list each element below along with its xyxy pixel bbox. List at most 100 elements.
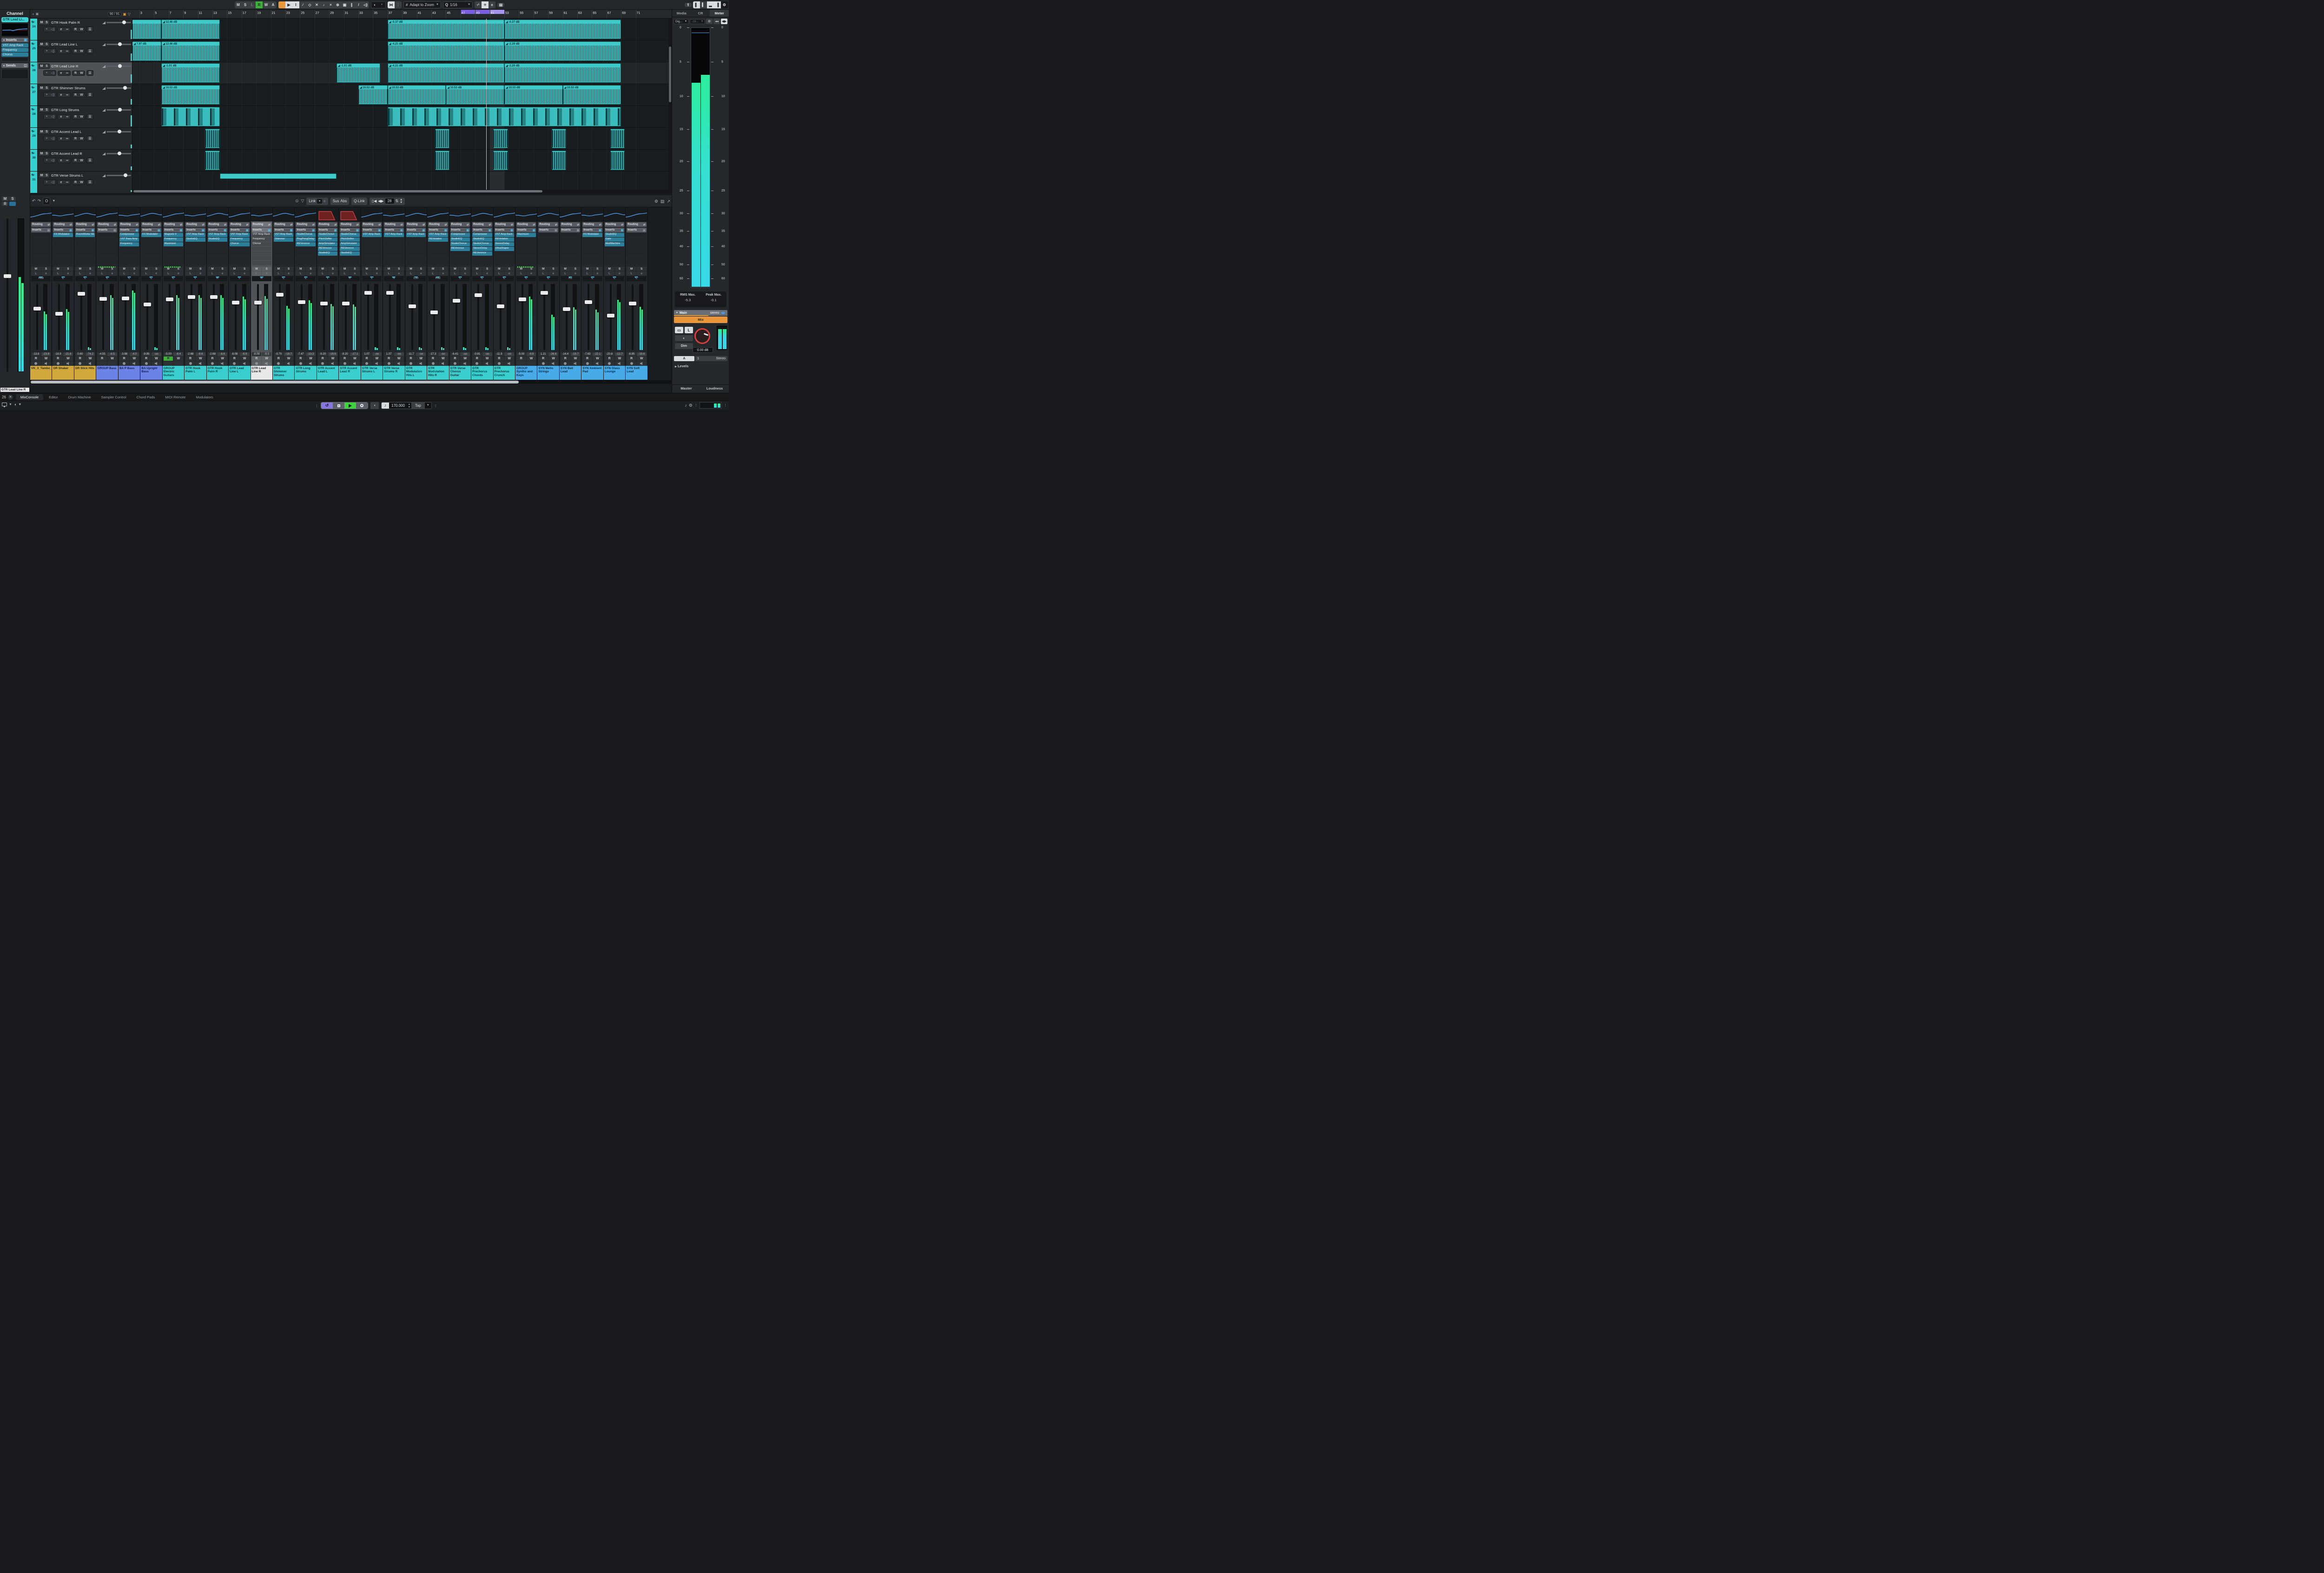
align-icon[interactable]: ▤ <box>497 3 504 7</box>
insert-plugin-chip[interactable]: StudioChorus <box>340 233 359 237</box>
mixer-channel-strip[interactable]: Routing⇄Inserts▣RoomWorks SEMSLeC0.60-74… <box>74 208 96 380</box>
strip-mute-button[interactable]: M <box>318 267 328 271</box>
fader-cap[interactable] <box>210 295 218 299</box>
inserts-bypass-icon[interactable]: ▣ <box>444 229 447 232</box>
mute-tool-icon[interactable]: ♪ <box>320 1 327 8</box>
strip-listen-button[interactable]: L <box>318 271 328 276</box>
strip-write-button[interactable]: W <box>218 357 227 361</box>
strip-solo-button[interactable]: S <box>593 267 602 271</box>
track-solo-button[interactable]: S <box>44 130 49 134</box>
peak-value[interactable]: -oo <box>152 352 161 356</box>
insert-empty-slot[interactable] <box>428 251 448 256</box>
transport-gear-icon[interactable]: ⚙ <box>689 403 693 408</box>
strip-mute-button[interactable]: M <box>230 267 239 271</box>
routing-header[interactable]: Routing⇄ <box>538 222 558 227</box>
peak-value[interactable]: -22.1 <box>593 352 602 356</box>
strip-edit-button[interactable]: e <box>196 271 205 276</box>
fader-value[interactable]: -13.8 <box>31 352 41 356</box>
strip-width-group[interactable]: ▯◀◀▶ 28 ⇅▲▼ <box>370 198 405 205</box>
fader-track[interactable] <box>433 284 435 350</box>
strip-listen-button[interactable]: L <box>362 271 372 276</box>
peak-value[interactable]: -8.4 <box>173 352 183 356</box>
track-stereo-icon[interactable]: ∞ <box>64 180 70 185</box>
insert-plugin-chip[interactable]: StudioEQ <box>185 238 205 242</box>
state-button-w[interactable]: W <box>263 1 270 8</box>
fader-cap[interactable] <box>453 299 460 303</box>
fader-cap[interactable] <box>99 297 107 301</box>
strip-monitor-icon[interactable] <box>173 361 183 366</box>
track-monitor-icon[interactable]: ◁) <box>50 93 56 97</box>
insert-plugin-chip[interactable]: StudioEQ <box>340 251 359 256</box>
strip-record-icon[interactable] <box>230 361 239 366</box>
strip-write-button[interactable]: W <box>284 357 294 361</box>
strip-solo-button[interactable]: S <box>350 267 360 271</box>
strip-record-icon[interactable] <box>119 361 129 366</box>
track-volume-slider[interactable] <box>102 43 131 46</box>
audio-clip[interactable] <box>610 151 625 170</box>
mini-fader-track[interactable] <box>7 218 8 372</box>
track-mute-button[interactable]: M <box>39 152 44 156</box>
strip-solo-button[interactable]: S <box>152 267 161 271</box>
strip-edit-button[interactable]: e <box>372 271 382 276</box>
fader-track[interactable] <box>301 284 303 350</box>
insert-plugin-chip[interactable]: Frequency <box>252 238 271 242</box>
routing-header[interactable]: Routing⇄ <box>75 222 95 227</box>
studio-monitor-icon[interactable] <box>2 403 7 406</box>
strip-record-icon[interactable] <box>627 361 636 366</box>
inserts-bypass-icon[interactable]: ▣ <box>24 38 27 42</box>
strip-pan[interactable]: C <box>141 276 161 281</box>
mono-button[interactable]: ◐ <box>675 335 693 341</box>
strip-monitor-icon[interactable] <box>240 361 250 366</box>
strip-pan[interactable]: L <box>362 276 382 281</box>
routing-header[interactable]: Routing⇄ <box>230 222 249 227</box>
insert-empty-slot[interactable] <box>362 261 382 265</box>
strip-solo-button[interactable]: S <box>482 267 492 271</box>
fader-value[interactable]: -4.55 <box>97 352 107 356</box>
strip-write-button[interactable]: W <box>173 357 183 361</box>
insert-plugin-chip[interactable]: Compressor <box>472 233 492 237</box>
strip-listen-button[interactable]: L <box>185 271 195 276</box>
channel-curve-thumbnail[interactable] <box>185 208 206 221</box>
track-lanes-icon[interactable]: ☰ <box>87 136 93 141</box>
insert-empty-slot[interactable] <box>97 233 117 237</box>
fader-value[interactable]: -11.9 <box>495 352 504 356</box>
track-lanes-icon[interactable]: ☰ <box>87 114 93 119</box>
inserts-bypass-icon[interactable]: ▣ <box>356 229 359 232</box>
strip-monitor-icon[interactable] <box>196 361 205 366</box>
insert-empty-slot[interactable] <box>1 57 28 61</box>
insert-empty-slot[interactable] <box>582 261 602 265</box>
arrangement-area[interactable]: ◢ 12.46 dB◢ -0.37 dB◢ -0.37 dB◢ 7.97 dB◢… <box>132 19 672 193</box>
inserts-header[interactable]: Inserts▣ <box>141 228 161 232</box>
track-stereo-icon[interactable]: ∞ <box>64 49 70 53</box>
strip-write-button[interactable]: W <box>438 357 448 361</box>
insert-empty-slot[interactable] <box>296 251 315 256</box>
audio-clip[interactable]: ◢ 10.53 dB <box>388 85 446 105</box>
mixer-channel-strip[interactable]: Routing⇄Inserts▣MSLeR2-14.4-19.7RW∞40SYN… <box>560 208 581 380</box>
strip-mute-button[interactable]: M <box>472 267 482 271</box>
insert-plugin-chip[interactable]: VST Amp Rack <box>384 233 403 237</box>
track-lanes-icon[interactable]: ☰ <box>87 27 93 32</box>
insert-empty-slot[interactable] <box>472 261 492 265</box>
iterative-quantize-icon[interactable]: ⋅⁄⋅ <box>475 1 482 8</box>
insert-empty-slot[interactable] <box>406 247 426 251</box>
strip-pan[interactable]: L <box>185 276 205 281</box>
strip-read-button[interactable]: R <box>97 357 107 361</box>
strip-read-button[interactable]: R <box>141 357 151 361</box>
channel-curve-thumbnail[interactable] <box>317 208 338 221</box>
routing-swap-icon[interactable]: ⇄ <box>92 223 94 226</box>
fader-value[interactable]: -2.68 <box>208 352 218 356</box>
routing-swap-icon[interactable]: ⇄ <box>401 223 403 226</box>
peak-value[interactable]: -74.2 <box>86 352 95 356</box>
snap-toggle[interactable]: ⋈ <box>388 1 395 8</box>
peak-value[interactable]: -oo <box>504 352 514 356</box>
insert-empty-slot[interactable] <box>406 238 426 242</box>
strip-pan[interactable]: C <box>450 276 470 281</box>
strip-monitor-icon[interactable] <box>571 361 581 366</box>
monitor-a-button[interactable]: A <box>674 356 694 361</box>
audio-clip[interactable]: ◢ 10.53 dB <box>358 85 388 105</box>
mixer-channel-strip[interactable]: Routing⇄Inserts▣Magneto IIFrequencyMaxim… <box>163 208 185 380</box>
strip-channel-name[interactable]: GTR Lead Line R <box>251 366 272 380</box>
track-mute-button[interactable]: M <box>39 130 44 134</box>
strip-monitor-icon[interactable] <box>460 361 470 366</box>
audio-clip[interactable] <box>220 173 337 179</box>
